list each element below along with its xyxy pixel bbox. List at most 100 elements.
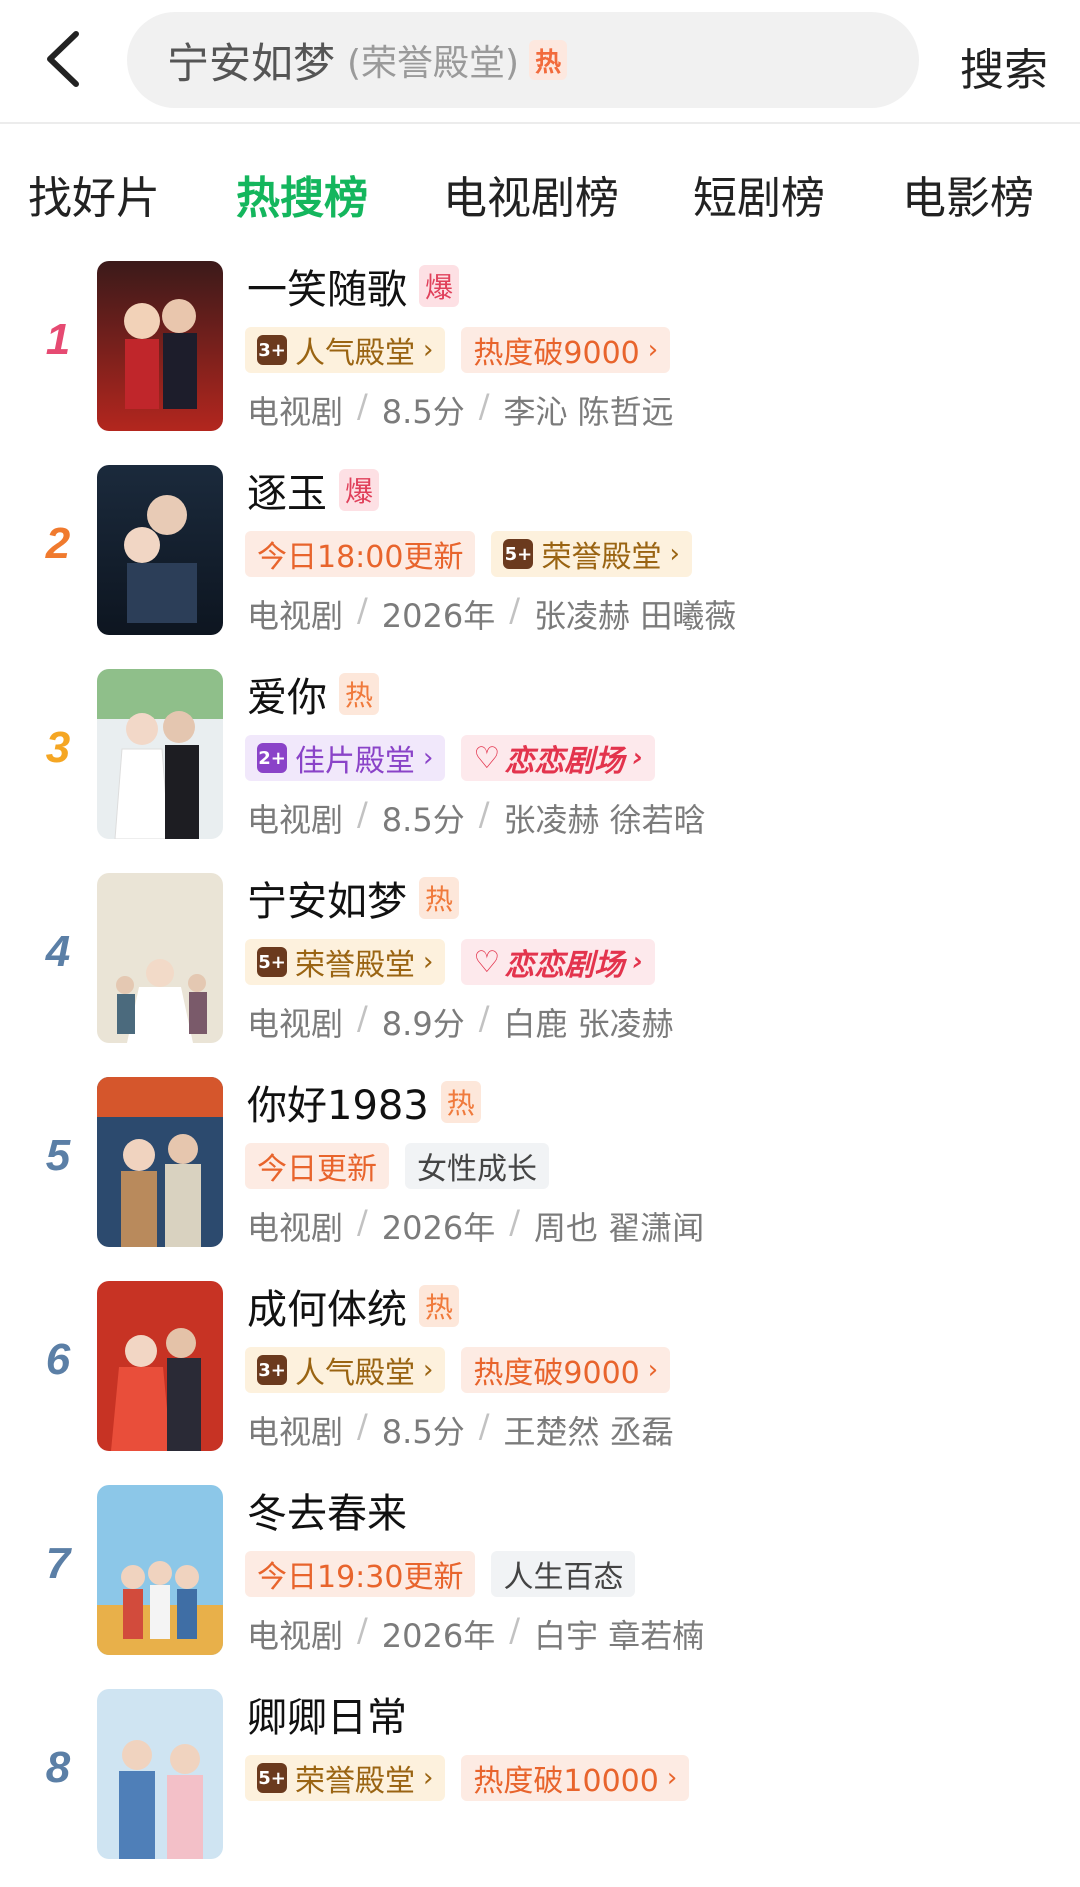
update-time-badge: 今日19:30更新 [245, 1551, 476, 1597]
meta-cast: 王楚然 丞磊 [503, 1413, 674, 1451]
heat-badge[interactable]: 热度破9000 › [461, 327, 671, 373]
hot-tag: 热 [440, 1081, 481, 1123]
meta-cast: 周也 翟潇闻 [534, 1209, 705, 1247]
tab-tv-series[interactable]: 电视剧榜 [443, 162, 619, 226]
badge-row: 5+ 荣誉殿堂 › ♡ 恋恋剧场 › [245, 939, 656, 985]
title-text: 冬去春来 [247, 1491, 407, 1537]
meta-info: 8.5分 [381, 1413, 465, 1451]
title-text: 一笑随歌 [247, 267, 407, 313]
honor-hall-badge[interactable]: 5+ 荣誉殿堂 › [245, 1755, 446, 1801]
item-meta: 电视剧/ 8.5分 / 王楚然 丞磊 [247, 1407, 674, 1451]
list-item[interactable]: 7 冬去春来 今日19:30更新 人生百态 电视剧/ 2026年 / 白宇 章若楠 [0, 1479, 1080, 1683]
list-item[interactable]: 3 爱你 热 2+ 佳片殿堂 › ♡ 恋恋剧场 › 电视剧/ 8.5分 / 张凌赫… [0, 663, 1080, 867]
meta-info: 8.9分 [381, 1005, 465, 1043]
list-item[interactable]: 8 卿卿日常 5+ 荣誉殿堂 › 热度破10000 › [0, 1683, 1080, 1887]
meta-type: 电视剧 [247, 1005, 344, 1043]
medal-icon: 2+ [257, 743, 287, 773]
meta-info: 2026年 [381, 1209, 496, 1247]
badge-row: 今日更新 女性成长 [245, 1143, 549, 1189]
meta-type: 电视剧 [247, 801, 344, 839]
meta-info: 8.5分 [381, 393, 465, 431]
list-item[interactable]: 5 你好1983 热 今日更新 女性成长 电视剧/ 2026年 / 周也 翟潇闻 [0, 1071, 1080, 1275]
badge-label: 人生百态 [503, 1560, 624, 1595]
badge-label: 佳片殿堂 [295, 744, 415, 779]
badge-label: 女性成长 [417, 1152, 537, 1187]
hot-badge: 热 [529, 40, 568, 80]
meta-info: 2026年 [381, 1617, 496, 1655]
list-item[interactable]: 4 宁安如梦 热 5+ 荣誉殿堂 › ♡ 恋恋剧场 › 电视剧/ 8.9分 / 白… [0, 867, 1080, 1071]
badge-row: 2+ 佳片殿堂 › ♡ 恋恋剧场 › [245, 735, 656, 781]
list-item[interactable]: 2 逐玉 爆 今日18:00更新 5+ 荣誉殿堂 › 电视剧/ 2026年 / 张… [0, 459, 1080, 663]
hot-tag: 热 [339, 673, 380, 715]
poster-image [97, 669, 223, 839]
honor-hall-badge[interactable]: 5+ 荣誉殿堂 › [245, 939, 446, 985]
item-title: 卿卿日常 [247, 1685, 407, 1743]
item-title: 爱你 热 [247, 665, 380, 723]
popularity-hall-badge[interactable]: 3+ 人气殿堂 › [245, 1347, 446, 1393]
popularity-hall-badge[interactable]: 3+ 人气殿堂 › [245, 327, 446, 373]
rank-number: 6 [45, 1335, 71, 1384]
genre-badge[interactable]: 人生百态 [491, 1551, 636, 1597]
item-meta: 电视剧/ 8.5分 / 张凌赫 徐若晗 [247, 795, 706, 839]
poster-image [97, 465, 223, 635]
badge-label: 荣誉殿堂 [541, 540, 662, 575]
meta-info: 2026年 [381, 597, 496, 635]
update-time-badge: 今日18:00更新 [245, 531, 476, 577]
list-item[interactable]: 6 成何体统 热 3+ 人气殿堂 › 热度破9000 › 电视剧/ 8.5分 / … [0, 1275, 1080, 1479]
badge-label: 人气殿堂 [295, 336, 415, 371]
chevron-right-icon: › [423, 1355, 434, 1385]
rank-number: 3 [45, 723, 71, 772]
chevron-right-icon: › [423, 947, 434, 977]
explosive-tag: 爆 [419, 265, 460, 307]
back-arrow-icon[interactable] [40, 28, 88, 90]
romance-theater-badge[interactable]: ♡ 恋恋剧场 › [461, 939, 656, 985]
meta-cast: 李沁 陈哲远 [503, 393, 674, 431]
rank-number: 8 [45, 1743, 71, 1792]
heat-badge[interactable]: 热度破10000 › [461, 1755, 690, 1801]
top-bar: 宁安如梦 (荣誉殿堂) 热 搜索 [0, 0, 1080, 124]
tab-short-drama[interactable]: 短剧榜 [693, 162, 825, 226]
explosive-tag: 爆 [339, 469, 380, 511]
poster-image [97, 1689, 223, 1859]
rank-number: 1 [45, 315, 71, 364]
medal-icon: 5+ [257, 1763, 287, 1793]
meta-type: 电视剧 [247, 1209, 344, 1247]
chevron-right-icon: › [423, 1763, 434, 1793]
tab-find-good[interactable]: 找好片 [28, 162, 160, 226]
badge-label: 荣誉殿堂 [295, 1764, 415, 1799]
badge-label: 荣誉殿堂 [295, 948, 415, 983]
meta-type: 电视剧 [247, 1617, 344, 1655]
quality-hall-badge[interactable]: 2+ 佳片殿堂 › [245, 735, 446, 781]
title-text: 成何体统 [247, 1287, 407, 1333]
search-input[interactable]: 宁安如梦 (荣誉殿堂) 热 [127, 12, 919, 108]
tab-movie[interactable]: 电影榜 [902, 162, 1034, 226]
poster-image [97, 873, 223, 1043]
rank-number: 7 [45, 1539, 71, 1588]
tab-hot-search[interactable]: 热搜榜 [236, 162, 368, 226]
chevron-right-icon: › [666, 1763, 678, 1793]
item-title: 你好1983 热 [247, 1073, 481, 1131]
badge-row: 3+ 人气殿堂 › 热度破9000 › [245, 1347, 671, 1393]
medal-icon: 3+ [257, 335, 287, 365]
honor-hall-badge[interactable]: 5+ 荣誉殿堂 › [491, 531, 692, 577]
meta-type: 电视剧 [247, 1413, 344, 1451]
chevron-right-icon: › [632, 947, 644, 977]
list-item[interactable]: 1 一笑随歌 爆 3+ 人气殿堂 › 热度破9000 › 电视剧/ 8.5分 / … [0, 255, 1080, 459]
badge-label: 今日18:00更新 [257, 540, 464, 575]
badge-row: 5+ 荣誉殿堂 › 热度破10000 › [245, 1755, 690, 1801]
heat-badge[interactable]: 热度破9000 › [461, 1347, 671, 1393]
romance-theater-badge[interactable]: ♡ 恋恋剧场 › [461, 735, 656, 781]
item-title: 冬去春来 [247, 1481, 407, 1539]
badge-label: 恋恋剧场 [504, 948, 625, 983]
poster-image [97, 1485, 223, 1655]
meta-cast: 张凌赫 徐若晗 [503, 801, 706, 839]
genre-badge[interactable]: 女性成长 [405, 1143, 549, 1189]
search-button[interactable]: 搜索 [960, 34, 1048, 98]
meta-cast: 张凌赫 田曦薇 [534, 597, 737, 635]
meta-type: 电视剧 [247, 597, 344, 635]
hot-tag: 热 [419, 1285, 460, 1327]
heart-icon: ♡ [473, 944, 501, 980]
chevron-right-icon: › [647, 335, 659, 365]
meta-cast: 白宇 章若楠 [534, 1617, 705, 1655]
badge-label: 恋恋剧场 [504, 744, 625, 779]
